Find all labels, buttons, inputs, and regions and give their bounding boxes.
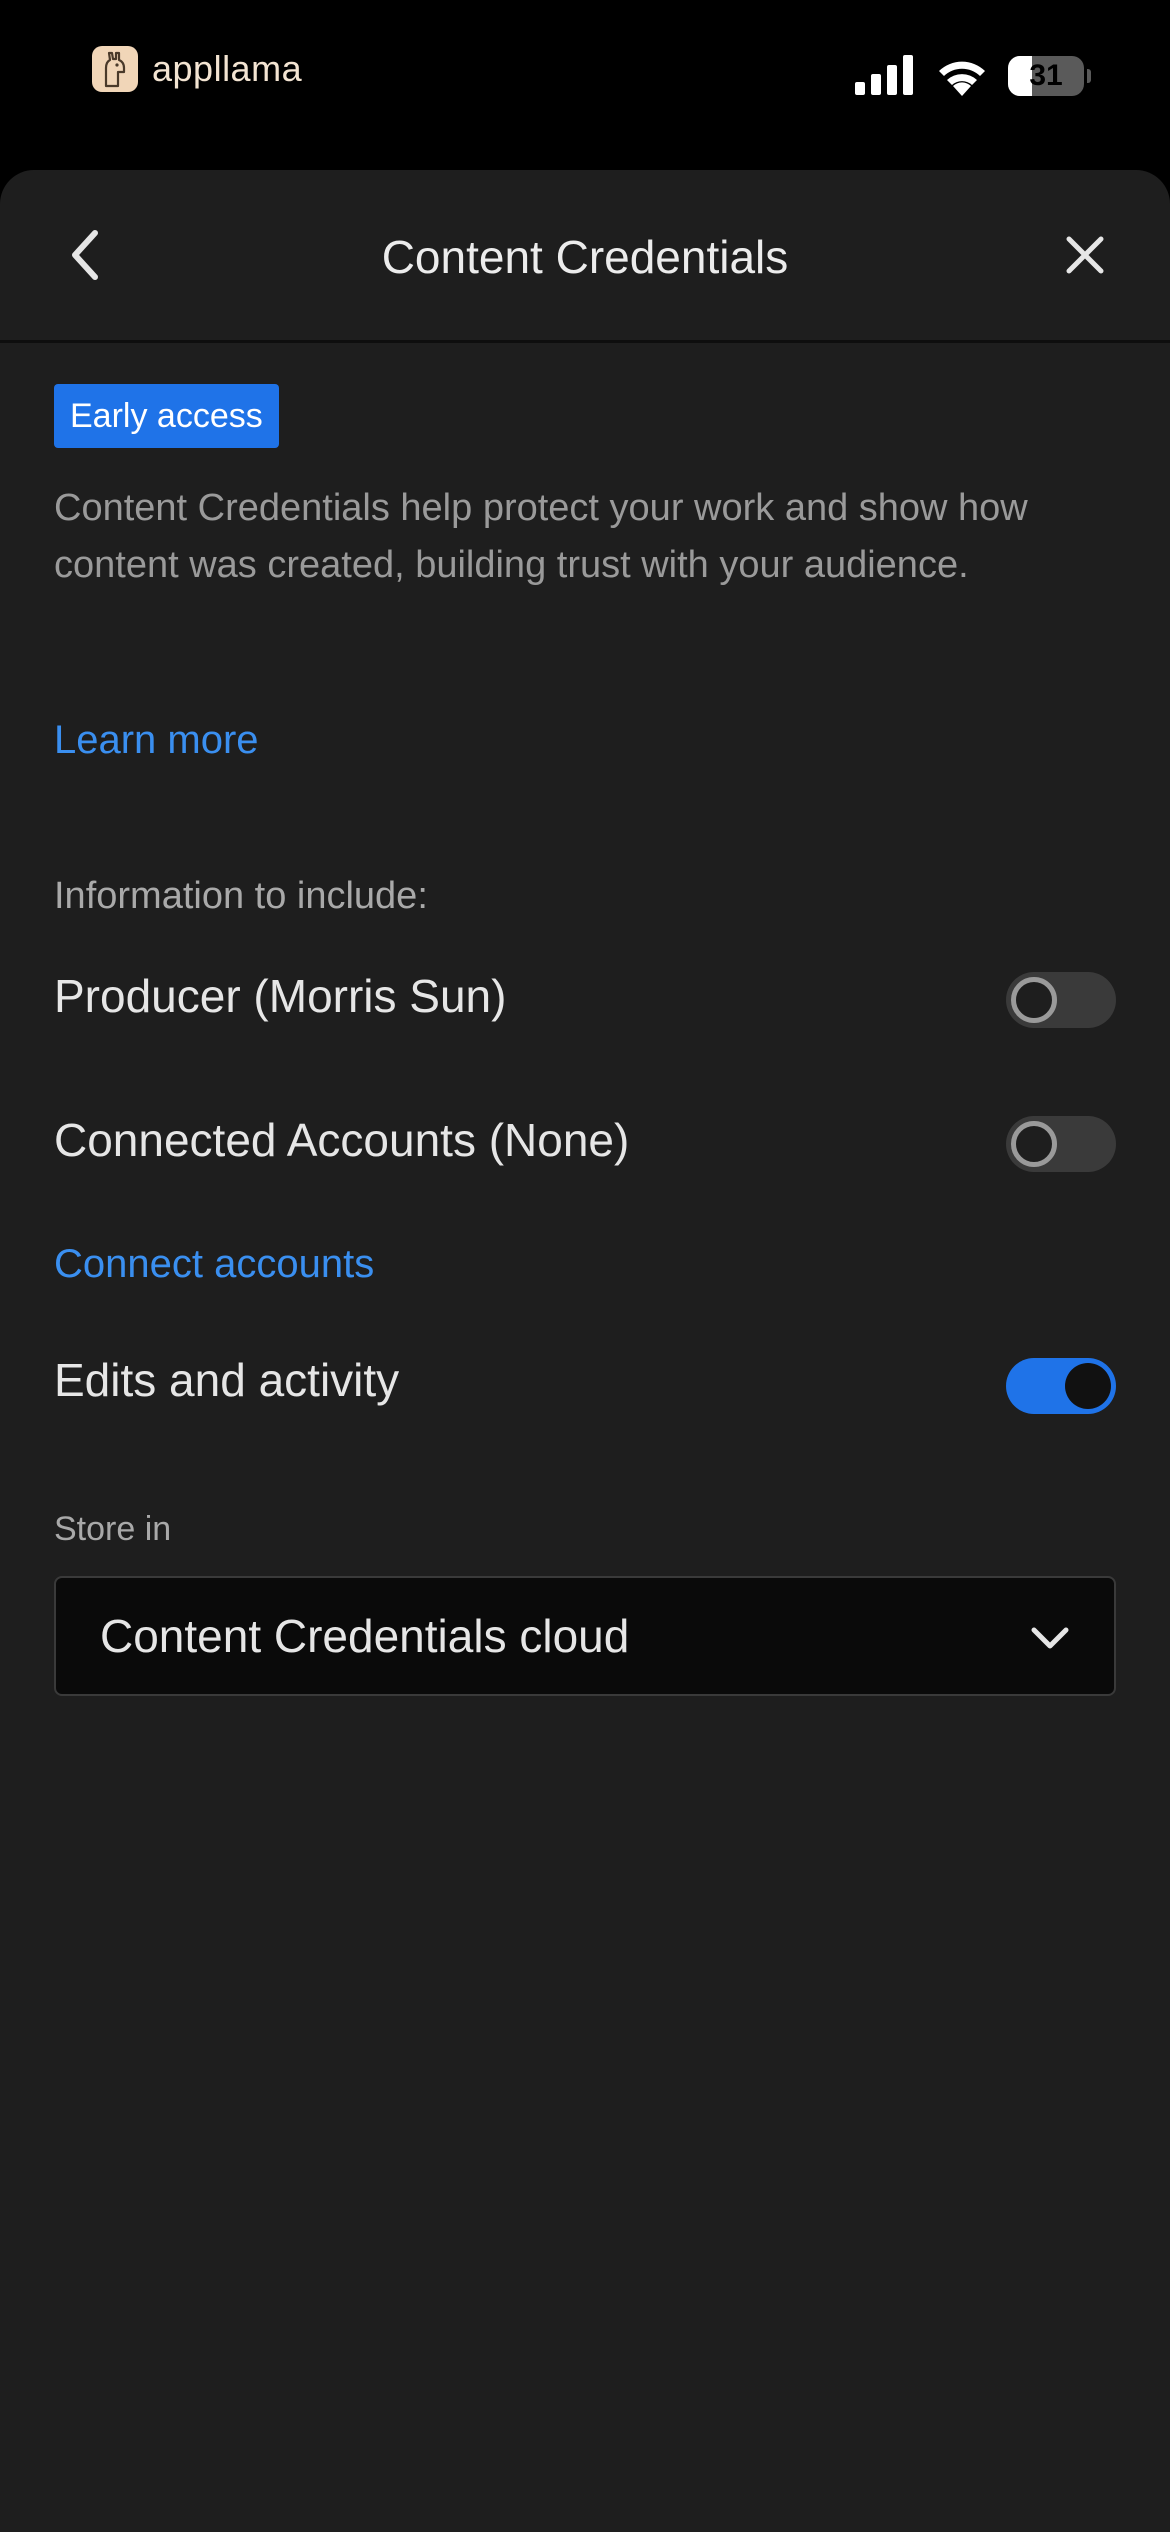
store-location-select[interactable]: Content Credentials cloud (54, 1576, 1116, 1696)
brand-name: appllama (152, 48, 303, 89)
connect-accounts-link[interactable]: Connect accounts (54, 1234, 374, 1294)
llama-logo-icon (92, 46, 138, 92)
store-location-value: Content Credentials cloud (100, 1610, 630, 1662)
sheet-header: Content Credentials (0, 170, 1170, 343)
producer-toggle[interactable] (1006, 972, 1116, 1028)
store-in-label: Store in (54, 1510, 172, 1548)
edits-activity-label: Edits and activity (54, 1354, 400, 1406)
chevron-down-icon (1031, 1627, 1069, 1649)
page-title: Content Credentials (381, 231, 789, 283)
brand: appllama (92, 44, 302, 94)
close-icon (1066, 236, 1104, 274)
wifi-icon (939, 61, 985, 96)
chevron-left-icon (72, 230, 98, 280)
signal-icon (855, 55, 913, 95)
content-credentials-sheet: Content Credentials Early access Content… (0, 170, 1170, 2532)
connected-accounts-label: Connected Accounts (None) (54, 1114, 630, 1166)
early-access-badge: Early access (54, 384, 279, 448)
description-text: Content Credentials help protect your wo… (54, 487, 1028, 586)
battery-level: 31 (1029, 59, 1063, 92)
status-bar: appllama 31 (0, 0, 1170, 170)
producer-label: Producer (Morris Sun) (54, 970, 507, 1022)
toggle-knob (1065, 1363, 1111, 1409)
close-button[interactable] (1050, 220, 1120, 290)
edits-activity-toggle[interactable] (1006, 1358, 1116, 1414)
connected-accounts-toggle[interactable] (1006, 1116, 1116, 1172)
back-button[interactable] (50, 220, 120, 290)
learn-more-link[interactable]: Learn more (54, 710, 259, 770)
toggle-knob (1011, 1121, 1057, 1167)
battery-icon: 31 (1008, 56, 1091, 96)
toggle-knob (1011, 977, 1057, 1023)
include-section-label: Information to include: (54, 875, 428, 917)
